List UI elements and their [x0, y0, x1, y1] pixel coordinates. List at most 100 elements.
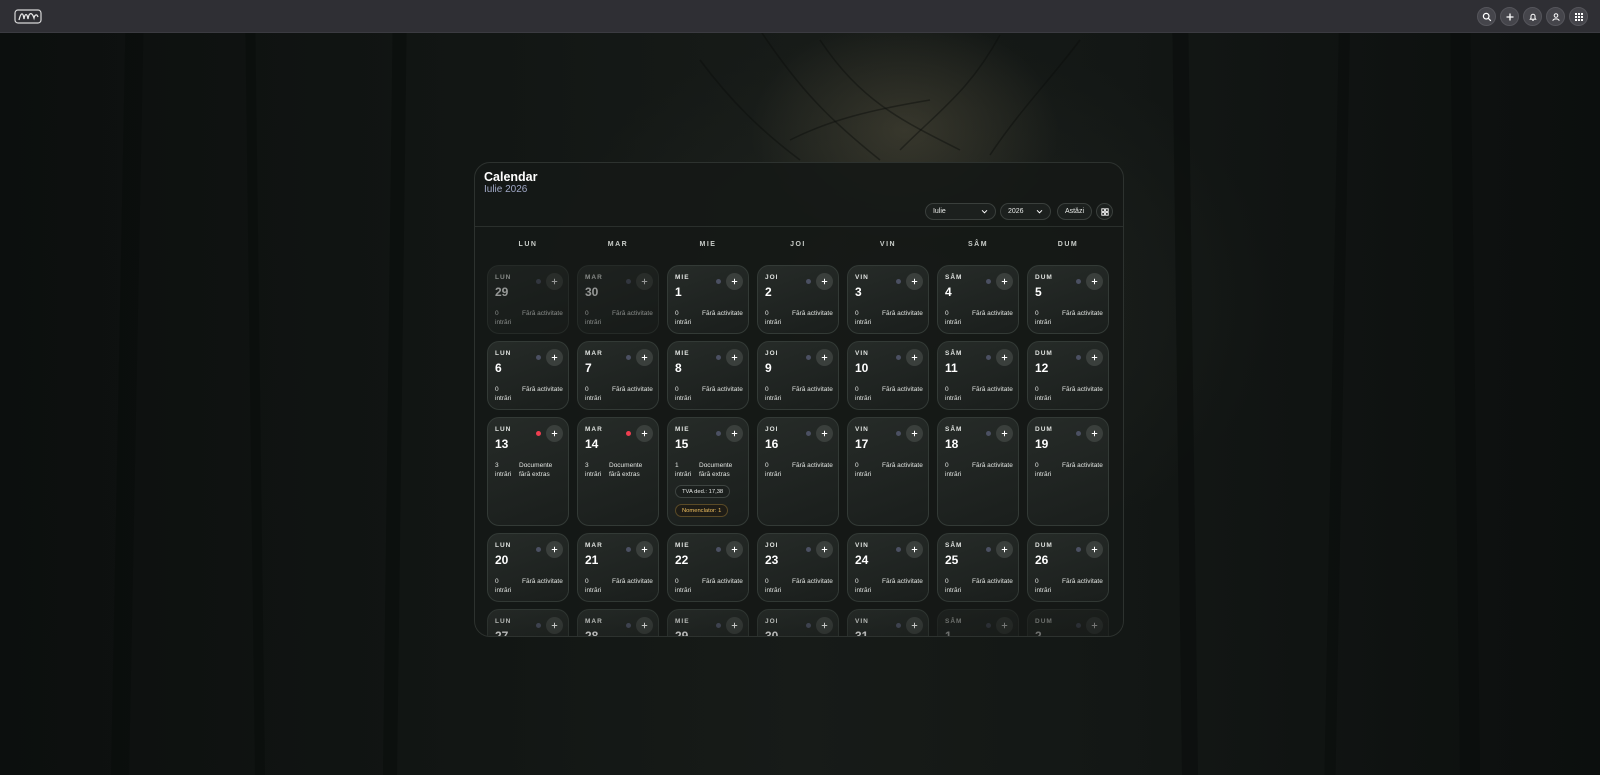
- add-entry-button[interactable]: [546, 617, 563, 634]
- add-entry-button[interactable]: [636, 425, 653, 442]
- status-dot: [806, 623, 811, 628]
- add-entry-button[interactable]: [1086, 617, 1103, 634]
- day-cell[interactable]: SÂM 1: [937, 609, 1019, 637]
- plus-icon: [911, 278, 918, 285]
- day-cell[interactable]: MIE 29: [667, 609, 749, 636]
- apps-button[interactable]: [1569, 7, 1588, 26]
- add-entry-button[interactable]: [636, 349, 653, 366]
- add-entry-button[interactable]: [816, 541, 833, 558]
- profile-button[interactable]: [1546, 7, 1565, 26]
- day-cell[interactable]: VIN 17 0 intrări Fără activitate: [847, 417, 929, 526]
- add-entry-button[interactable]: [996, 349, 1013, 366]
- add-entry-button[interactable]: [546, 349, 563, 366]
- day-cell[interactable]: VIN 3 0 intrări Fără activitate: [847, 265, 929, 334]
- add-entry-button[interactable]: [996, 273, 1013, 290]
- app-logo[interactable]: [14, 7, 42, 26]
- day-number: 22: [675, 553, 689, 567]
- add-entry-button[interactable]: [726, 349, 743, 366]
- plus-icon: [1506, 13, 1513, 20]
- add-entry-button[interactable]: [906, 617, 923, 634]
- day-cell[interactable]: JOI 30: [757, 609, 839, 636]
- day-cell[interactable]: DUM 12 0 intrări Fără activitate: [1027, 341, 1109, 410]
- activity-status: Fără activitate: [522, 386, 563, 393]
- day-cell[interactable]: VIN 10 0 intrări Fără activitate: [847, 341, 929, 410]
- search-button[interactable]: [1477, 7, 1496, 26]
- day-weekday: MIE: [675, 618, 690, 625]
- day-weekday: VIN: [855, 426, 869, 433]
- add-entry-button[interactable]: [906, 425, 923, 442]
- plus-icon: [1001, 546, 1008, 553]
- add-entry-button[interactable]: [996, 541, 1013, 558]
- day-cell[interactable]: VIN 24 0 intrări Fără activitate: [847, 533, 929, 602]
- day-cell[interactable]: SÂM 11 0 intrări Fără activitate: [937, 341, 1019, 410]
- view-toggle-button[interactable]: [1096, 203, 1113, 220]
- add-entry-button[interactable]: [636, 541, 653, 558]
- add-entry-button[interactable]: [1086, 541, 1103, 558]
- day-cell[interactable]: JOI 23 0 intrări Fără activitate: [757, 533, 839, 602]
- add-entry-button[interactable]: [726, 541, 743, 558]
- today-button[interactable]: Astăzi: [1056, 203, 1092, 220]
- day-cell[interactable]: JOI 9 0 intrări Fără activitate: [757, 341, 839, 410]
- day-cell[interactable]: MIE 1 0 intrări Fără activitate: [667, 265, 749, 334]
- day-cell[interactable]: LUN 6 0 intrări Fără activitate: [487, 341, 569, 410]
- add-entry-button[interactable]: [546, 273, 563, 290]
- day-weekday: SÂM: [945, 274, 963, 281]
- day-weekday: DUM: [1035, 350, 1053, 357]
- plus-icon: [551, 430, 558, 437]
- add-entry-button[interactable]: [726, 273, 743, 290]
- entry-count: 0 intrări: [585, 578, 607, 595]
- day-weekday: JOI: [765, 542, 779, 549]
- day-cell[interactable]: SÂM 18 0 intrări Fără activitate: [937, 417, 1019, 526]
- day-number: 1: [945, 629, 952, 637]
- day-cell[interactable]: JOI 16 0 intrări Fără activitate: [757, 417, 839, 526]
- add-entry-button[interactable]: [636, 617, 653, 634]
- add-entry-button[interactable]: [816, 425, 833, 442]
- add-entry-button[interactable]: [906, 349, 923, 366]
- weekday-label: MAR: [607, 241, 629, 248]
- day-cell[interactable]: DUM 19 0 intrări Fără activitate: [1027, 417, 1109, 526]
- add-button[interactable]: [1500, 7, 1519, 26]
- day-cell[interactable]: SÂM 4 0 intrări Fără activitate: [937, 265, 1019, 334]
- add-entry-button[interactable]: [546, 541, 563, 558]
- day-cell[interactable]: MAR 30 0 intrări Fără activitate: [577, 265, 659, 334]
- entry-count-value: 0: [585, 578, 589, 585]
- year-select[interactable]: 2026: [999, 203, 1051, 220]
- day-cell[interactable]: DUM 2: [1027, 609, 1109, 636]
- activity-status: Fără activitate: [972, 310, 1013, 317]
- add-entry-button[interactable]: [726, 425, 743, 442]
- add-entry-button[interactable]: [726, 617, 743, 634]
- day-cell[interactable]: MIE 15 1 intrări Documente fără extras TVA de…: [667, 417, 749, 526]
- day-cell[interactable]: LUN 13 3 intrări Documente fără extras: [487, 417, 569, 526]
- day-cell[interactable]: LUN 29 0 intrări Fără activitate: [487, 265, 569, 334]
- add-entry-button[interactable]: [906, 273, 923, 290]
- add-entry-button[interactable]: [816, 273, 833, 290]
- day-cell[interactable]: MIE 22 0 intrări Fără activitate: [667, 533, 749, 602]
- day-cell[interactable]: MAR 7 0 intrări Fără activitate: [577, 341, 659, 410]
- day-cell[interactable]: MAR 14 3 intrări Documente fără extras: [577, 417, 659, 526]
- day-cell[interactable]: DUM 5 0 intrări Fără activitate: [1027, 265, 1109, 334]
- notifications-button[interactable]: [1523, 7, 1542, 26]
- add-entry-button[interactable]: [636, 273, 653, 290]
- add-entry-button[interactable]: [996, 425, 1013, 442]
- add-entry-button[interactable]: [816, 349, 833, 366]
- day-cell[interactable]: VIN 31: [847, 609, 929, 636]
- day-cell[interactable]: MIE 8 0 intrări Fără activitate: [667, 341, 749, 410]
- add-entry-button[interactable]: [546, 425, 563, 442]
- add-entry-button[interactable]: [1086, 349, 1103, 366]
- entry-count: 0 intrări: [855, 386, 877, 403]
- day-cell[interactable]: LUN 20 0 intrări Fără activitate: [487, 533, 569, 602]
- entry-count: 0 intrări: [1035, 386, 1057, 403]
- add-entry-button[interactable]: [1086, 425, 1103, 442]
- add-entry-button[interactable]: [816, 617, 833, 634]
- add-entry-button[interactable]: [996, 617, 1013, 634]
- add-entry-button[interactable]: [1086, 273, 1103, 290]
- day-cell[interactable]: JOI 2 0 intrări Fără activitate: [757, 265, 839, 334]
- month-select[interactable]: Iulie: [924, 203, 996, 220]
- day-cell[interactable]: MAR 28: [577, 609, 659, 636]
- status-dot: [806, 547, 811, 552]
- day-cell[interactable]: MAR 21 0 intrări Fără activitate: [577, 533, 659, 602]
- day-cell[interactable]: SÂM 25 0 intrări Fără activitate: [937, 533, 1019, 602]
- day-cell[interactable]: DUM 26 0 intrări Fără activitate: [1027, 533, 1109, 602]
- add-entry-button[interactable]: [906, 541, 923, 558]
- day-cell[interactable]: LUN 27: [487, 609, 569, 636]
